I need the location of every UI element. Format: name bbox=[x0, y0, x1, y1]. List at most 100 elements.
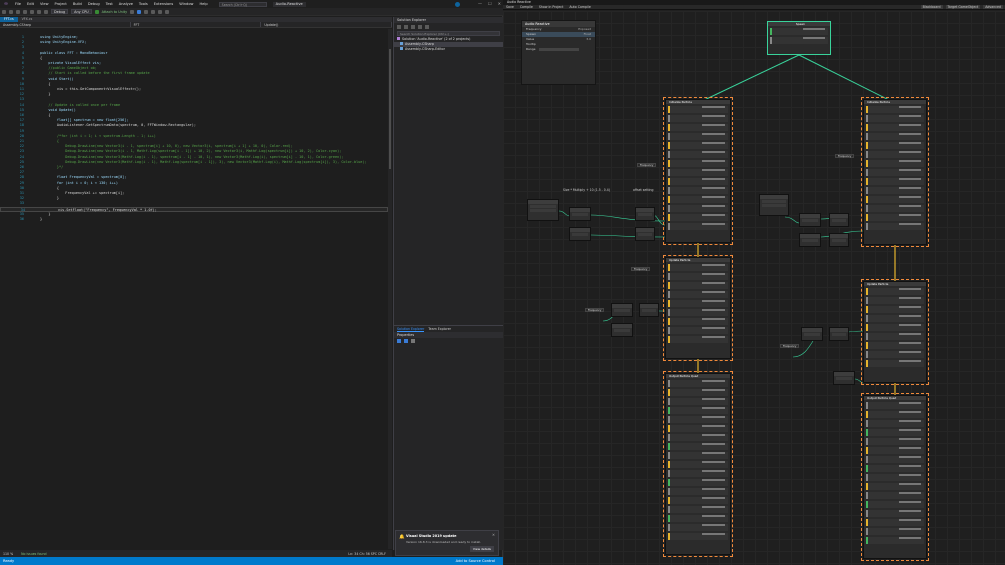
frequency-property-node[interactable]: Frequency bbox=[835, 154, 855, 158]
project-dropdown[interactable]: Assembly-CSharp bbox=[0, 22, 131, 27]
forward-icon[interactable] bbox=[9, 9, 13, 14]
operator-node[interactable] bbox=[829, 213, 849, 227]
operator-node[interactable] bbox=[635, 227, 655, 241]
block[interactable] bbox=[668, 533, 728, 540]
target-gameobject-toggle[interactable]: Target GameObject bbox=[945, 5, 981, 9]
source-control-button[interactable]: Add to Source Control bbox=[456, 559, 495, 563]
operator-port[interactable] bbox=[762, 200, 786, 203]
block[interactable] bbox=[866, 214, 924, 221]
operator-port[interactable] bbox=[614, 309, 630, 312]
block[interactable] bbox=[866, 501, 924, 508]
close-icon[interactable]: ✕ bbox=[492, 533, 495, 537]
code-line[interactable]: 36} bbox=[0, 217, 388, 222]
block[interactable] bbox=[866, 124, 924, 131]
block[interactable] bbox=[668, 380, 728, 387]
offset-note[interactable]: offset setting bbox=[633, 188, 653, 192]
block[interactable] bbox=[668, 470, 728, 477]
block[interactable] bbox=[668, 106, 728, 113]
tab-team-explorer[interactable]: Team Explorer bbox=[428, 326, 451, 332]
operator-port[interactable] bbox=[802, 219, 818, 222]
block[interactable] bbox=[866, 474, 924, 481]
block[interactable] bbox=[668, 124, 728, 131]
operator-node[interactable] bbox=[801, 327, 823, 341]
operator-node[interactable] bbox=[569, 227, 591, 241]
operator-node[interactable] bbox=[611, 323, 633, 337]
operator-node[interactable] bbox=[759, 194, 789, 216]
live-share-icon[interactable] bbox=[455, 1, 460, 7]
save-button[interactable]: Save bbox=[506, 5, 514, 9]
operator-node[interactable] bbox=[639, 303, 659, 317]
operator-port[interactable] bbox=[802, 239, 818, 242]
initialize-particle-context[interactable]: Initialize Particle bbox=[663, 97, 733, 245]
block[interactable] bbox=[866, 205, 924, 212]
redo-icon[interactable] bbox=[44, 9, 48, 14]
operator-node[interactable] bbox=[799, 213, 821, 227]
operator-port[interactable] bbox=[832, 239, 846, 242]
block[interactable] bbox=[668, 273, 728, 280]
block[interactable] bbox=[866, 178, 924, 185]
block[interactable] bbox=[866, 438, 924, 445]
operator-port[interactable] bbox=[832, 219, 846, 222]
operator-node[interactable] bbox=[635, 207, 655, 221]
menu-tools[interactable]: Tools bbox=[136, 2, 151, 6]
menu-project[interactable]: Project bbox=[52, 2, 70, 6]
operator-port[interactable] bbox=[530, 209, 556, 212]
settings-icon[interactable] bbox=[425, 24, 429, 29]
block[interactable] bbox=[668, 479, 728, 486]
operator-node[interactable] bbox=[799, 233, 821, 247]
block[interactable] bbox=[866, 115, 924, 122]
frequency-property-node[interactable]: Frequency bbox=[780, 344, 800, 348]
block[interactable] bbox=[668, 389, 728, 396]
block[interactable] bbox=[668, 169, 728, 176]
menu-build[interactable]: Build bbox=[70, 2, 85, 6]
initialize-particle-context[interactable]: Initialize Particle bbox=[861, 97, 929, 247]
block[interactable] bbox=[866, 187, 924, 194]
operator-node[interactable] bbox=[527, 199, 559, 221]
block[interactable] bbox=[866, 133, 924, 140]
block[interactable] bbox=[668, 425, 728, 432]
menu-window[interactable]: Window bbox=[176, 2, 196, 6]
block[interactable] bbox=[668, 398, 728, 405]
menu-view[interactable]: View bbox=[37, 2, 52, 6]
frequency-property-node[interactable]: Frequency bbox=[631, 267, 651, 271]
advanced-dropdown[interactable]: Advanced bbox=[983, 5, 1003, 9]
operator-node[interactable] bbox=[611, 303, 633, 317]
platform-dropdown[interactable]: Any CPU bbox=[71, 9, 92, 14]
block[interactable] bbox=[668, 223, 728, 230]
output-particle-quad-context[interactable]: Output Particle Quad bbox=[861, 393, 929, 561]
block[interactable] bbox=[866, 492, 924, 499]
operator-node[interactable] bbox=[833, 371, 855, 385]
block[interactable] bbox=[668, 497, 728, 504]
toolbar-icon-b[interactable] bbox=[137, 9, 142, 14]
menu-debug[interactable]: Debug bbox=[85, 2, 103, 6]
menu-edit[interactable]: Edit bbox=[24, 2, 37, 6]
block[interactable] bbox=[668, 309, 728, 316]
update-particle-context[interactable]: Update Particle bbox=[663, 255, 733, 361]
block[interactable] bbox=[866, 160, 924, 167]
block[interactable] bbox=[668, 133, 728, 140]
block[interactable] bbox=[668, 300, 728, 307]
home-icon[interactable] bbox=[397, 24, 401, 29]
block[interactable] bbox=[866, 456, 924, 463]
block[interactable] bbox=[866, 288, 924, 295]
collapse-icon[interactable] bbox=[418, 24, 422, 29]
operator-port[interactable] bbox=[614, 329, 630, 332]
compile-button[interactable]: Compile bbox=[520, 5, 533, 9]
block[interactable] bbox=[668, 115, 728, 122]
block[interactable] bbox=[668, 407, 728, 414]
class-dropdown[interactable]: FFT bbox=[131, 22, 262, 27]
operator-port[interactable] bbox=[572, 213, 588, 216]
auto-compile-toggle[interactable]: Auto Compile bbox=[569, 5, 590, 9]
block[interactable] bbox=[668, 318, 728, 325]
block[interactable] bbox=[866, 447, 924, 454]
blackboard-row[interactable]: Range bbox=[522, 47, 595, 52]
scrollbar-thumb[interactable] bbox=[389, 49, 391, 169]
blackboard-toggle[interactable]: Blackboard bbox=[920, 5, 943, 9]
frequency-property-node[interactable]: Frequency bbox=[637, 163, 657, 167]
block[interactable] bbox=[668, 205, 728, 212]
code-editor[interactable]: 1 using UnityEngine; 2 using UnityEngine.VF… bbox=[0, 29, 392, 549]
menu-test[interactable]: Test bbox=[103, 2, 116, 6]
block[interactable] bbox=[866, 196, 924, 203]
block[interactable] bbox=[668, 160, 728, 167]
vs-search-input[interactable]: Search (Ctrl+Q) bbox=[218, 1, 267, 7]
